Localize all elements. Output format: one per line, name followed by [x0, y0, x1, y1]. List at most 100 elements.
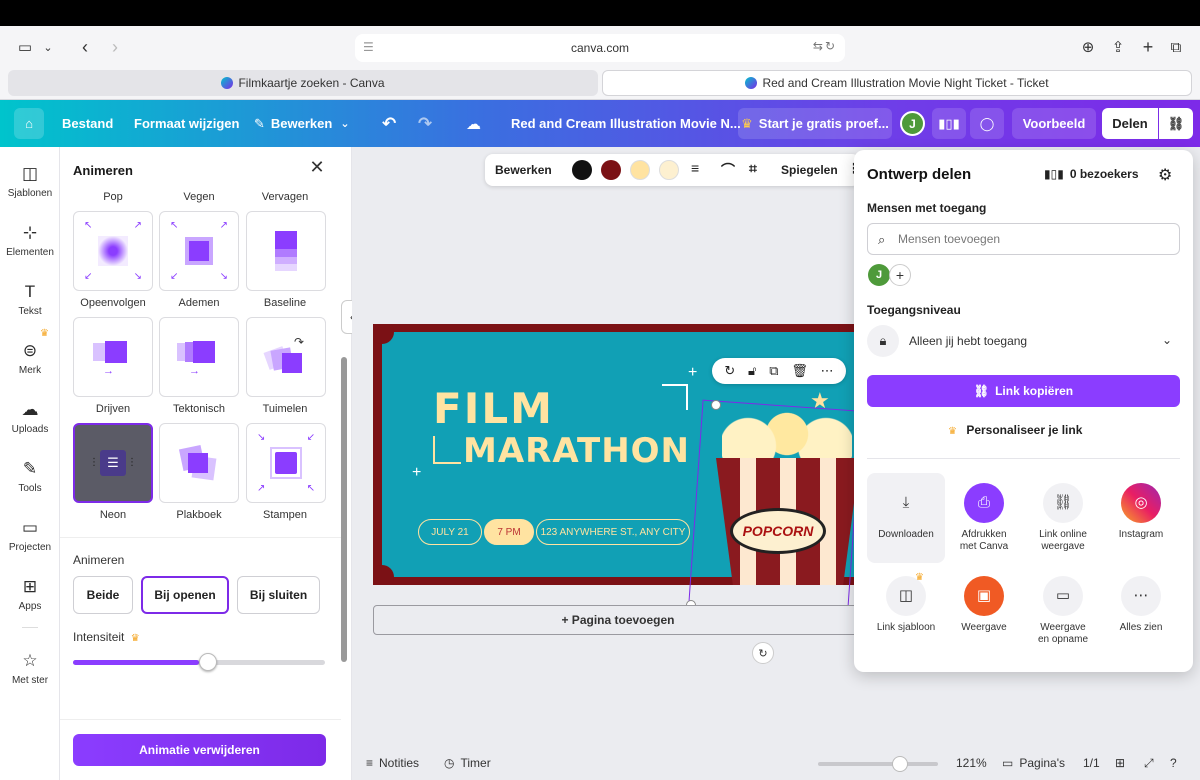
present-option[interactable]: ▣ Weergave — [945, 576, 1023, 634]
title-film[interactable]: FILM — [433, 384, 554, 433]
redo-icon[interactable]: ↷ — [418, 100, 432, 147]
trial-button[interactable]: ♛ Start je gratis proef... — [738, 108, 892, 139]
rail-brand[interactable]: ⊜ Merk ♛ — [0, 328, 60, 376]
menu-resize[interactable]: Formaat wijzigen — [134, 100, 239, 147]
visitors-button[interactable]: ▮▯▮ 0 bezoekers — [1044, 167, 1139, 181]
present-record-option[interactable]: ▭ Weergave en opname — [1024, 576, 1102, 646]
color-swatch[interactable] — [630, 160, 650, 180]
download-option[interactable]: ⤓ Downloaden — [867, 473, 945, 563]
more-icon[interactable]: ⋯ — [821, 363, 834, 379]
zoom-slider[interactable] — [818, 756, 938, 772]
page-menu-icon[interactable]: ☰ — [363, 40, 374, 54]
zoom-handle[interactable] — [892, 756, 908, 772]
date-pill[interactable]: JULY 21 — [418, 519, 482, 545]
color-swatch[interactable] — [572, 160, 592, 180]
anim-tile-drijven[interactable]: → — [73, 317, 153, 397]
add-person-icon[interactable]: + — [889, 264, 911, 286]
edit-image-button[interactable]: Bewerken — [495, 163, 552, 177]
anim-tile-neon[interactable]: ☰ ⋮ ⋮ — [73, 423, 153, 503]
document-title[interactable]: Red and Cream Illustration Movie N... — [511, 100, 741, 147]
close-icon[interactable]: ✕ — [305, 157, 329, 181]
duplicate-icon[interactable]: ⧉ — [769, 363, 778, 379]
address-bar[interactable]: ☰ canva.com ⇆↻ — [355, 34, 845, 62]
access-dropdown[interactable]: 🔒︎ Alleen jij hebt toegang ⌄ — [867, 323, 1180, 359]
mirror-button[interactable]: Spiegelen — [781, 163, 838, 177]
rail-tools[interactable]: ✎ Tools — [0, 458, 60, 494]
color-swatch[interactable] — [659, 160, 679, 180]
link-icon[interactable]: ⛓ — [1159, 108, 1193, 139]
tab-overview-icon[interactable]: ⧉ — [1165, 36, 1187, 58]
rail-text[interactable]: T Tekst — [0, 281, 60, 317]
new-tab-icon[interactable]: + — [1137, 36, 1159, 58]
color-swatch[interactable] — [601, 160, 621, 180]
help-icon[interactable]: ? — [1170, 756, 1177, 770]
sidebar-toggle-icon[interactable]: ▭ — [14, 36, 36, 58]
time-pill[interactable]: 7 PM — [484, 519, 534, 545]
anim-tile-ademen[interactable]: ↖ ↗ ↙ ↘ — [159, 211, 239, 291]
animate-close-button[interactable]: Bij sluiten — [237, 576, 320, 614]
comment-add-icon[interactable]: ↻ — [724, 363, 735, 379]
intensity-slider[interactable] — [73, 653, 325, 671]
undo-icon[interactable]: ↶ — [382, 100, 396, 147]
rail-projects[interactable]: ▭ Projecten — [0, 517, 60, 553]
comment-icon[interactable]: ◯ — [970, 108, 1004, 139]
rail-uploads[interactable]: ☁ Uploads — [0, 399, 60, 435]
rail-elements[interactable]: ⊹ Elementen — [0, 222, 60, 258]
resize-handle[interactable] — [711, 400, 721, 410]
preview-button[interactable]: Voorbeeld — [1012, 108, 1096, 139]
rail-apps[interactable]: ⊞ Apps — [0, 576, 60, 612]
animate-open-button[interactable]: Bij openen — [141, 576, 229, 614]
back-icon[interactable]: ‹ — [76, 36, 94, 58]
anim-tile-tuimelen[interactable]: ↷ — [246, 317, 326, 397]
insights-icon[interactable]: ▮▯▮ — [932, 108, 966, 139]
tab-ticket[interactable]: Red and Cream Illustration Movie Night T… — [602, 70, 1192, 96]
pages-button[interactable]: ▭ Pagina's — [1002, 756, 1065, 770]
rail-starred[interactable]: ☆ Met ster — [0, 650, 60, 686]
share-button[interactable]: Delen — [1102, 108, 1158, 139]
add-page-button[interactable]: + Pagina toevoegen — [373, 605, 863, 635]
zoom-level[interactable]: 121% — [956, 756, 987, 770]
gear-icon[interactable]: ⚙ — [1158, 165, 1172, 185]
title-marathon[interactable]: MARATHON — [463, 431, 690, 471]
animate-both-button[interactable]: Beide — [73, 576, 133, 614]
fullscreen-icon[interactable]: ⤢ — [1144, 756, 1154, 771]
forward-icon[interactable]: › — [106, 36, 124, 58]
anim-tile-tektonisch[interactable]: → — [159, 317, 239, 397]
personalize-link[interactable]: ♛ Personaliseer je link — [948, 423, 1082, 437]
avatar[interactable]: J — [900, 111, 925, 136]
instagram-option[interactable]: ◎ Instagram — [1102, 483, 1180, 541]
anim-tile-stampen[interactable]: ↘ ↙ ↗ ↖ — [246, 423, 326, 503]
grid-view-icon[interactable]: ⊞ — [1115, 756, 1125, 770]
notes-button[interactable]: ≡ Notities — [366, 756, 419, 770]
anim-tile-opeenvolgen[interactable]: ↖ ↗ ↙ ↘ — [73, 211, 153, 291]
avatar[interactable]: J — [868, 264, 890, 286]
panel-scrollbar[interactable] — [341, 357, 347, 662]
home-icon[interactable]: ⌂ — [14, 108, 44, 139]
people-input[interactable]: ⌕ Mensen toevoegen — [867, 223, 1180, 255]
lines-icon[interactable]: ≡ — [691, 160, 699, 176]
chevron-down-icon[interactable]: ⌄ — [40, 36, 56, 58]
lock-icon[interactable]: 🔓︎ — [748, 363, 756, 379]
see-all-option[interactable]: ⋯ Alles zien — [1102, 576, 1180, 634]
copy-link-button[interactable]: ⛓ Link kopiëren — [867, 375, 1180, 407]
anim-tile-baseline[interactable] — [246, 211, 326, 291]
downloads-icon[interactable]: ⊕ — [1077, 36, 1099, 58]
cloud-save-icon[interactable]: ☁ — [466, 100, 481, 147]
delete-animation-button[interactable]: Animatie verwijderen — [73, 734, 326, 766]
view-link-option[interactable]: ⛓ Link online weergave — [1024, 483, 1102, 553]
translate-reload-icon[interactable]: ⇆↻ — [813, 39, 837, 53]
menu-edit[interactable]: ✎ Bewerken ⌄ — [254, 100, 350, 147]
menu-file[interactable]: Bestand — [62, 100, 113, 147]
rail-templates[interactable]: ◫ Sjablonen — [0, 163, 60, 199]
corner-radius-icon[interactable]: ⌒ — [721, 160, 735, 180]
trash-icon[interactable]: 🗑︎ — [791, 363, 808, 379]
print-option[interactable]: ⎙ Afdrukken met Canva — [945, 483, 1023, 553]
crop-icon[interactable]: ⌗ — [749, 160, 757, 177]
timer-button[interactable]: ◷ Timer — [444, 756, 491, 770]
slider-handle[interactable] — [199, 653, 217, 671]
refresh-icon[interactable]: ↻ — [752, 642, 774, 664]
share-icon[interactable]: ⇪ — [1107, 36, 1129, 58]
tab-search[interactable]: Filmkaartje zoeken - Canva — [8, 70, 598, 96]
template-link-option[interactable]: ◫ Link sjabloon ♛ — [867, 572, 945, 634]
address-pill[interactable]: 123 ANYWHERE ST., ANY CITY — [536, 519, 690, 545]
